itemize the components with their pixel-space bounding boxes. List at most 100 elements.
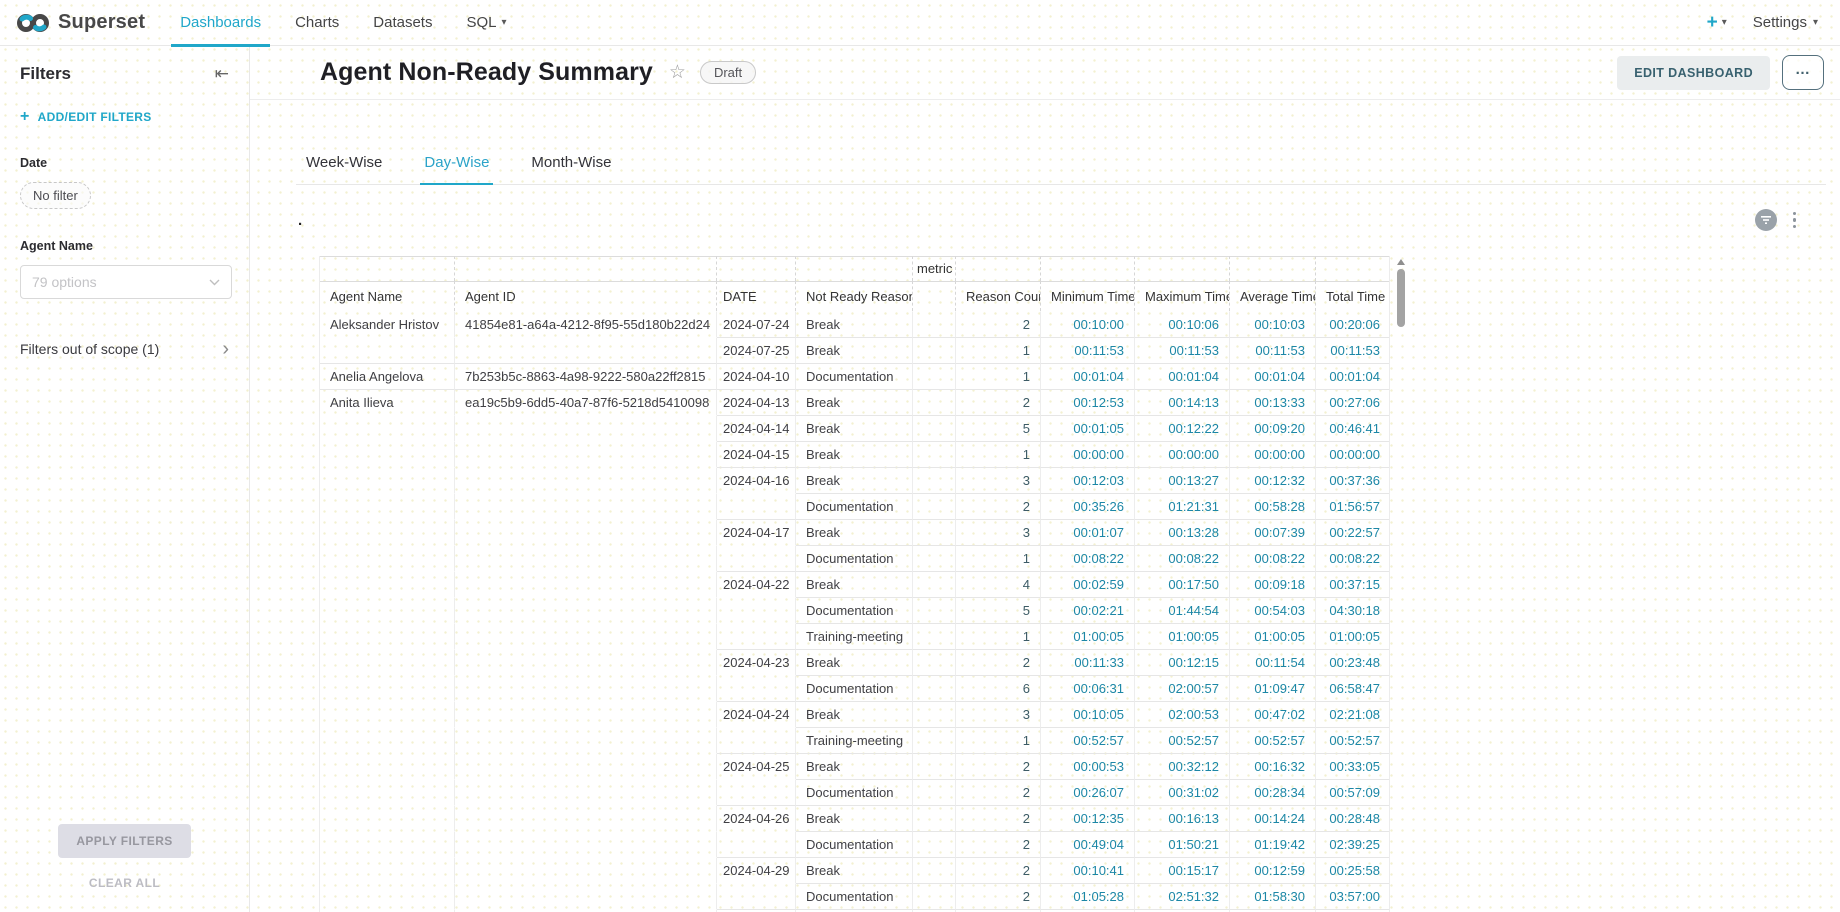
table-cell: 2024-04-29 (717, 857, 796, 883)
column-header[interactable]: Average Time (1230, 281, 1316, 311)
filters-out-of-scope-row[interactable]: Filters out of scope (1) › (20, 341, 229, 357)
superset-logo[interactable]: Superset (0, 11, 163, 34)
table-cell: Documentation (796, 831, 913, 857)
apply-filters-button[interactable]: APPLY FILTERS (58, 824, 190, 858)
table-cell: 00:01:04 (1230, 363, 1316, 389)
table-cell: 00:25:58 (1316, 857, 1390, 883)
column-header[interactable]: DATE (717, 281, 796, 311)
edit-dashboard-button[interactable]: EDIT DASHBOARD (1617, 56, 1770, 90)
column-header[interactable]: Maximum Time (1135, 281, 1230, 311)
table-cell: 00:12:03 (1041, 467, 1135, 493)
table-cell (913, 805, 956, 831)
date-filter-chip[interactable]: No filter (20, 182, 91, 209)
table-cell (913, 831, 956, 857)
table-cell: 00:58:28 (1230, 493, 1316, 519)
table-row: Documentation200:49:0401:50:2101:19:4202… (320, 831, 1389, 857)
add-edit-filters-button[interactable]: + ADD/EDIT FILTERS (20, 108, 229, 126)
collapse-filters-icon[interactable]: ⇤ (215, 64, 229, 84)
tab-month-wise[interactable]: Month-Wise (527, 146, 615, 184)
date-filter-label: Date (20, 156, 229, 170)
table-cell: Training-meeting (796, 727, 913, 753)
tab-day-wise[interactable]: Day-Wise (420, 146, 493, 184)
table-cell: 00:01:05 (1041, 415, 1135, 441)
table-cell (913, 727, 956, 753)
table-cell (455, 753, 717, 779)
nav-item-label: Datasets (373, 14, 432, 31)
scrollbar-thumb[interactable] (1397, 269, 1405, 327)
table-cell: 00:13:27 (1135, 467, 1230, 493)
column-header[interactable]: Reason Count (956, 281, 1041, 311)
table-cell: 00:13:28 (1135, 519, 1230, 545)
table-cell: 00:16:32 (1230, 753, 1316, 779)
table-cell: Documentation (796, 493, 913, 519)
column-header[interactable]: Agent ID (455, 281, 717, 311)
applied-filters-indicator-icon[interactable] (1755, 209, 1777, 231)
table-cell: 00:12:59 (1230, 857, 1316, 883)
table-cell (455, 597, 717, 623)
more-options-button[interactable]: … (1782, 55, 1824, 90)
table-cell: 00:28:48 (1316, 805, 1390, 831)
table-cell: Break (796, 467, 913, 493)
table-cell: 00:13:33 (1230, 389, 1316, 415)
table-cell: 00:08:22 (1135, 545, 1230, 571)
table-cell: 00:07:39 (1230, 519, 1316, 545)
caret-down-icon: ▾ (1813, 17, 1818, 28)
settings-label: Settings (1753, 14, 1807, 31)
nav-item-charts[interactable]: Charts (278, 0, 356, 45)
table-cell: 02:39:25 (1316, 831, 1390, 857)
table-cell: 2 (956, 389, 1041, 415)
table-cell: Break (796, 389, 913, 415)
column-header[interactable]: Not Ready Reason (796, 281, 913, 311)
table-cell (320, 441, 455, 467)
table-cell (717, 597, 796, 623)
table-cell (1230, 256, 1316, 281)
table-cell: 01:00:05 (1041, 623, 1135, 649)
pivot-table: metricAgent NameAgent IDDATENot Ready Re… (319, 256, 1390, 912)
table-cell: 2024-04-15 (717, 441, 796, 467)
nav-item-datasets[interactable]: Datasets (356, 0, 449, 45)
tab-label: Week-Wise (306, 154, 382, 171)
new-item-button[interactable]: + ▾ (1707, 13, 1727, 32)
table-row: Documentation201:05:2802:51:3201:58:3003… (320, 883, 1389, 909)
table-cell: 04:30:18 (1316, 597, 1390, 623)
table-cell: 00:01:07 (1041, 519, 1135, 545)
table-cell: 00:57:09 (1316, 779, 1390, 805)
clear-all-button[interactable]: CLEAR ALL (0, 876, 249, 890)
table-cell: 2 (956, 883, 1041, 909)
draft-badge: Draft (700, 61, 756, 84)
table-cell (320, 337, 455, 363)
table-cell: 00:11:53 (1316, 337, 1390, 363)
settings-menu[interactable]: Settings ▾ (1753, 14, 1818, 31)
table-cell: 00:09:20 (1230, 415, 1316, 441)
scroll-up-arrow[interactable] (1397, 259, 1405, 265)
chart-options-kebab-icon[interactable] (1791, 210, 1799, 231)
nav-item-dashboards[interactable]: Dashboards (163, 0, 278, 45)
nav-item-sql[interactable]: SQL ▾ (449, 0, 523, 45)
favorite-star-icon[interactable]: ☆ (669, 61, 686, 84)
table-row: 2024-04-22Break400:02:5900:17:5000:09:18… (320, 571, 1389, 597)
table-cell: 5 (956, 597, 1041, 623)
table-cell: 2024-04-26 (717, 805, 796, 831)
tab-label: Month-Wise (531, 154, 611, 171)
table-cell (913, 441, 956, 467)
table-cell: Break (796, 571, 913, 597)
table-cell: 41854e81-a64a-4212-8f95-55d180b22d24 (455, 311, 717, 337)
nav-item-label: Dashboards (180, 14, 261, 31)
table-cell: 3 (956, 519, 1041, 545)
plus-icon: + (20, 108, 30, 126)
table-cell (320, 649, 455, 675)
column-header[interactable]: Agent Name (320, 281, 455, 311)
table-cell: Break (796, 311, 913, 337)
table-cell: Documentation (796, 597, 913, 623)
table-cell: 00:02:21 (1041, 597, 1135, 623)
agent-name-select[interactable]: 79 options (20, 265, 232, 299)
column-header[interactable]: Minimum Time (1041, 281, 1135, 311)
table-row: 2024-07-25Break100:11:5300:11:5300:11:53… (320, 337, 1389, 363)
tab-week-wise[interactable]: Week-Wise (302, 146, 386, 184)
filter-funnel-icon (1760, 215, 1772, 225)
column-header[interactable]: Total Time (1316, 281, 1390, 311)
table-cell: Aleksander Hristov (320, 311, 455, 337)
table-cell: 2 (956, 857, 1041, 883)
table-cell (913, 753, 956, 779)
table-cell: 00:46:41 (1316, 415, 1390, 441)
